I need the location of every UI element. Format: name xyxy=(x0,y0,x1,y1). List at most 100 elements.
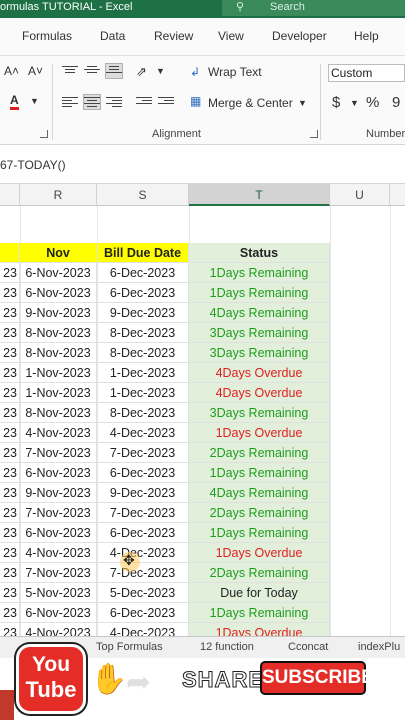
column-header-r[interactable]: R xyxy=(20,184,97,206)
decrease-font-button[interactable]: A˅ xyxy=(28,64,43,78)
align-top-icon[interactable] xyxy=(62,64,78,78)
status-cell[interactable]: 3Days Remaining xyxy=(189,343,330,363)
worksheet-grid[interactable]: Nov Bill Due Date Status 23 6-Nov-2023 6-D… xyxy=(0,206,405,636)
due-date-cell[interactable]: 5-Dec-2023 xyxy=(97,583,189,603)
date-cell[interactable]: 4-Nov-2023 xyxy=(20,623,97,636)
due-date-cell[interactable]: 7-Dec-2023 xyxy=(97,443,189,463)
date-cell[interactable]: 1-Nov-2023 xyxy=(20,383,97,403)
row-stub-cell[interactable]: 23 xyxy=(0,323,20,343)
row-stub-cell[interactable]: 23 xyxy=(0,423,20,443)
chevron-down-icon[interactable]: ▼ xyxy=(350,98,359,108)
currency-button[interactable]: $ xyxy=(332,94,340,111)
column-header-u[interactable]: U xyxy=(330,184,390,206)
row-stub-cell[interactable]: 23 xyxy=(0,483,20,503)
search-box[interactable]: ⚲ Search xyxy=(222,0,405,16)
row-stub-cell[interactable]: 23 xyxy=(0,463,20,483)
chevron-down-icon[interactable]: ▼ xyxy=(298,98,307,108)
date-cell[interactable]: 4-Nov-2023 xyxy=(20,423,97,443)
date-cell[interactable]: 9-Nov-2023 xyxy=(20,483,97,503)
tab-help[interactable]: Help xyxy=(354,29,379,43)
tab-formulas[interactable]: Formulas xyxy=(22,29,72,43)
due-date-cell[interactable]: 6-Dec-2023 xyxy=(97,603,189,623)
status-cell[interactable]: 1Days Remaining xyxy=(189,603,330,623)
percent-button[interactable]: % xyxy=(366,94,379,111)
due-date-cell[interactable]: 6-Dec-2023 xyxy=(97,283,189,303)
date-cell[interactable]: 6-Nov-2023 xyxy=(20,283,97,303)
due-date-cell[interactable]: 7-Dec-2023 xyxy=(97,563,189,583)
date-cell[interactable]: 6-Nov-2023 xyxy=(20,603,97,623)
row-stub-cell[interactable]: 23 xyxy=(0,623,20,636)
row-stub-cell[interactable]: 23 xyxy=(0,443,20,463)
due-date-cell[interactable]: 9-Dec-2023 xyxy=(97,303,189,323)
row-stub-cell[interactable]: 23 xyxy=(0,343,20,363)
status-cell[interactable]: 2Days Remaining xyxy=(189,503,330,523)
header-cell-partial[interactable] xyxy=(0,243,20,263)
status-cell[interactable]: Due for Today xyxy=(189,583,330,603)
status-cell[interactable]: 1Days Overdue xyxy=(189,543,330,563)
decrease-indent-icon[interactable] xyxy=(136,95,152,109)
row-stub-cell[interactable]: 23 xyxy=(0,283,20,303)
status-cell[interactable]: 1Days Remaining xyxy=(189,263,330,283)
number-format-select[interactable]: Custom xyxy=(328,64,405,82)
status-cell[interactable]: 2Days Remaining xyxy=(189,443,330,463)
formula-bar[interactable]: 67-TODAY() xyxy=(0,145,405,184)
status-cell[interactable]: 3Days Remaining xyxy=(189,323,330,343)
header-cell-due[interactable]: Bill Due Date xyxy=(97,243,189,263)
status-cell[interactable]: 4Days Overdue xyxy=(189,363,330,383)
font-dialog-launcher[interactable] xyxy=(40,130,48,138)
tab-review[interactable]: Review xyxy=(154,29,193,43)
due-date-cell[interactable]: 8-Dec-2023 xyxy=(97,343,189,363)
row-stub-cell[interactable]: 23 xyxy=(0,503,20,523)
column-header-partial[interactable] xyxy=(0,184,20,206)
chevron-down-icon[interactable]: ▼ xyxy=(156,66,165,76)
date-cell[interactable]: 5-Nov-2023 xyxy=(20,583,97,603)
date-cell[interactable]: 1-Nov-2023 xyxy=(20,363,97,383)
share-button[interactable]: ✋ ➦ SHARE xyxy=(90,662,264,699)
comma-button[interactable]: 9 xyxy=(392,94,400,111)
increase-indent-icon[interactable] xyxy=(158,95,174,109)
due-date-cell[interactable]: 6-Dec-2023 xyxy=(97,463,189,483)
status-cell[interactable]: 1Days Remaining xyxy=(189,283,330,303)
due-date-cell[interactable]: 4-Dec-2023 xyxy=(97,543,189,563)
date-cell[interactable]: 4-Nov-2023 xyxy=(20,543,97,563)
date-cell[interactable]: 7-Nov-2023 xyxy=(20,563,97,583)
row-stub-cell[interactable]: 23 xyxy=(0,403,20,423)
date-cell[interactable]: 9-Nov-2023 xyxy=(20,303,97,323)
tab-developer[interactable]: Developer xyxy=(272,29,327,43)
status-cell[interactable]: 1Days Overdue xyxy=(189,623,330,636)
header-cell-status[interactable]: Status xyxy=(189,243,330,263)
merge-center-button[interactable]: Merge & Center xyxy=(208,96,293,110)
due-date-cell[interactable]: 4-Dec-2023 xyxy=(97,623,189,636)
youtube-logo[interactable]: You Tube xyxy=(16,644,86,714)
row-stub-cell[interactable]: 23 xyxy=(0,383,20,403)
date-cell[interactable]: 7-Nov-2023 xyxy=(20,503,97,523)
status-cell[interactable]: 4Days Remaining xyxy=(189,483,330,503)
row-stub-cell[interactable]: 23 xyxy=(0,263,20,283)
due-date-cell[interactable]: 6-Dec-2023 xyxy=(97,263,189,283)
tab-data[interactable]: Data xyxy=(100,29,125,43)
date-cell[interactable]: 6-Nov-2023 xyxy=(20,523,97,543)
column-header-s[interactable]: S xyxy=(97,184,189,206)
due-date-cell[interactable]: 4-Dec-2023 xyxy=(97,423,189,443)
align-middle-icon[interactable] xyxy=(84,64,100,78)
row-stub-cell[interactable]: 23 xyxy=(0,363,20,383)
date-cell[interactable]: 8-Nov-2023 xyxy=(20,323,97,343)
wrap-text-button[interactable]: Wrap Text xyxy=(208,65,262,79)
row-stub-cell[interactable]: 23 xyxy=(0,583,20,603)
due-date-cell[interactable]: 8-Dec-2023 xyxy=(97,323,189,343)
status-cell[interactable]: 4Days Remaining xyxy=(189,303,330,323)
chevron-down-icon[interactable]: ▼ xyxy=(30,96,39,106)
row-stub-cell[interactable]: 23 xyxy=(0,523,20,543)
header-cell-date[interactable]: Nov xyxy=(20,243,97,263)
date-cell[interactable]: 6-Nov-2023 xyxy=(20,463,97,483)
subscribe-button[interactable]: SUBSCRIBE xyxy=(262,663,374,693)
orientation-icon[interactable]: ⇗ xyxy=(136,64,147,80)
row-stub-cell[interactable]: 23 xyxy=(0,543,20,563)
due-date-cell[interactable]: 7-Dec-2023 xyxy=(97,503,189,523)
row-stub-cell[interactable]: 23 xyxy=(0,303,20,323)
font-color-button[interactable]: A xyxy=(10,94,19,110)
date-cell[interactable]: 8-Nov-2023 xyxy=(20,343,97,363)
date-cell[interactable]: 6-Nov-2023 xyxy=(20,263,97,283)
row-stub-cell[interactable]: 23 xyxy=(0,563,20,583)
date-cell[interactable]: 7-Nov-2023 xyxy=(20,443,97,463)
